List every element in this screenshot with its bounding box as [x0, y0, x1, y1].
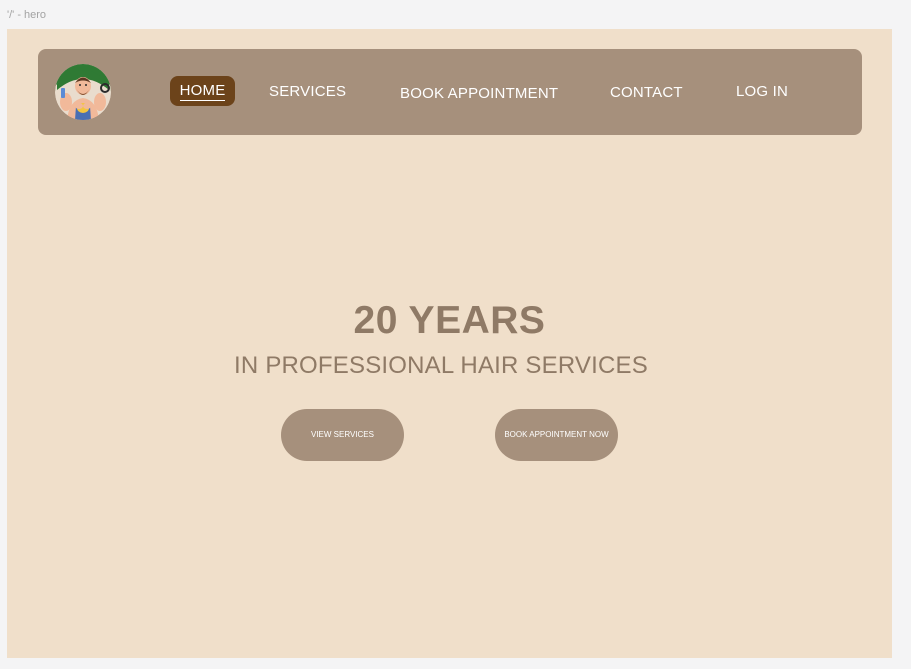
navbar: HOME SERVICES BOOK APPOINTMENT CONTACT L…: [38, 49, 862, 135]
book-appointment-now-button[interactable]: BOOK APPOINTMENT NOW: [495, 409, 618, 461]
nav-home-label: HOME: [179, 82, 226, 101]
hero-title: 20 YEARS: [353, 299, 546, 342]
nav-book-appointment[interactable]: BOOK APPOINTMENT: [400, 85, 558, 102]
frame-label: '/' - hero: [7, 9, 47, 21]
nav-services[interactable]: SERVICES: [269, 83, 346, 100]
barber-avatar-logo[interactable]: [55, 64, 111, 120]
hero-subtitle: IN PROFESSIONAL HAIR SERVICES: [234, 352, 648, 379]
hero-frame: HOME SERVICES BOOK APPOINTMENT CONTACT L…: [7, 29, 892, 658]
view-services-button[interactable]: VIEW SERVICES: [281, 409, 404, 461]
logo-icon: [55, 64, 111, 120]
nav-home[interactable]: HOME: [170, 76, 235, 106]
nav-login[interactable]: LOG IN: [736, 83, 788, 100]
nav-contact[interactable]: CONTACT: [610, 84, 683, 101]
